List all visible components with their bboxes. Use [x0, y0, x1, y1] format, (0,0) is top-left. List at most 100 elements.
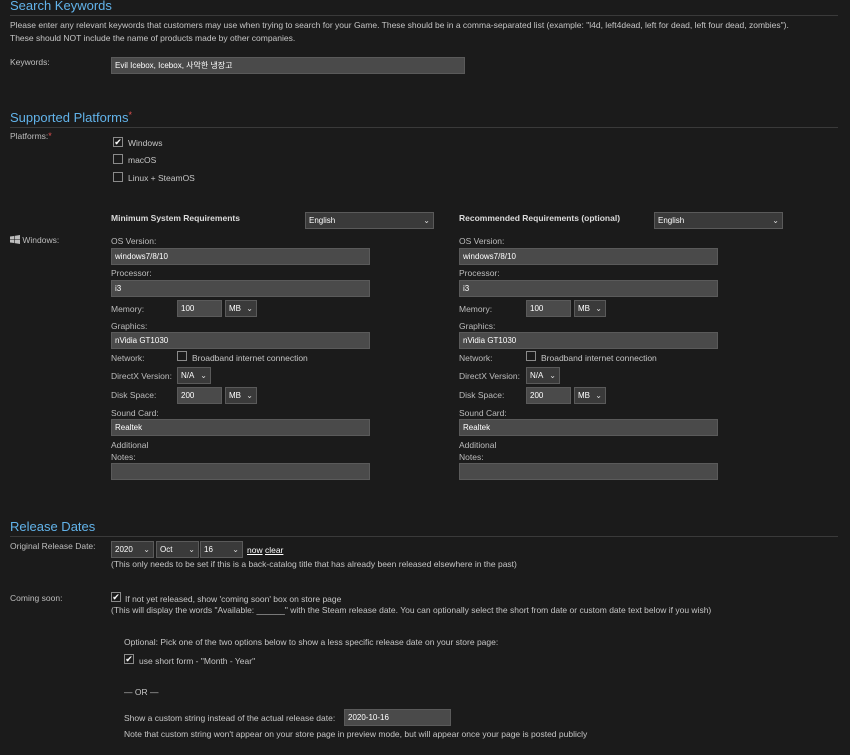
release-year-select[interactable]: 2020 ⌄	[111, 541, 154, 558]
rec-sound-input[interactable]: Realtek	[459, 419, 718, 436]
platforms-title-text: Supported Platforms	[10, 110, 129, 125]
platforms-label: Platforms:*	[10, 131, 52, 141]
min-network-label: Network:	[111, 353, 145, 363]
min-notes-label-2: Notes:	[111, 452, 136, 462]
keywords-description-line1: Please enter any relevant keywords that …	[10, 20, 789, 30]
release-day-select[interactable]: 16 ⌄	[200, 541, 243, 558]
release-month-select[interactable]: Oct ⌄	[156, 541, 199, 558]
min-sound-label: Sound Card:	[111, 408, 159, 418]
rec-processor-label: Processor:	[459, 268, 500, 278]
chevron-down-icon: ⌄	[246, 304, 253, 313]
chevron-down-icon: ⌄	[423, 216, 430, 225]
macos-checkbox[interactable]	[113, 154, 123, 164]
linux-checkbox[interactable]	[113, 172, 123, 182]
section-divider	[10, 536, 838, 537]
rec-directx-value: N/A	[530, 371, 544, 380]
rec-broadband-checkbox[interactable]	[526, 351, 536, 361]
keywords-input[interactable]: Evil Icebox, Icebox, 사악한 냉장고	[111, 57, 465, 74]
rec-notes-input[interactable]	[459, 463, 718, 480]
rec-broadband-label: Broadband internet connection	[541, 353, 657, 363]
coming-soon-option-label: If not yet released, show 'coming soon' …	[125, 594, 342, 604]
required-mark: *	[48, 131, 52, 141]
original-release-note: (This only needs to be set if this is a …	[111, 559, 517, 569]
rec-graphics-input[interactable]: nVidia GT1030	[459, 332, 718, 349]
rec-network-label: Network:	[459, 353, 493, 363]
min-graphics-label: Graphics:	[111, 321, 148, 331]
rec-disk-input[interactable]: 200	[526, 387, 571, 404]
min-disk-input[interactable]: 200	[177, 387, 222, 404]
rec-directx-label: DirectX Version:	[459, 371, 520, 381]
release-day-value: 16	[204, 545, 213, 554]
min-language-select[interactable]: English ⌄	[305, 212, 434, 229]
release-year-value: 2020	[115, 545, 133, 554]
chevron-down-icon: ⌄	[200, 371, 207, 380]
min-os-version-input[interactable]: windows7/8/10	[111, 248, 370, 265]
rec-sound-label: Sound Card:	[459, 408, 507, 418]
coming-soon-checkbox[interactable]: ✔	[111, 592, 121, 602]
min-disk-unit-select[interactable]: MB ⌄	[225, 387, 257, 404]
rec-language-select[interactable]: English ⌄	[654, 212, 783, 229]
section-divider	[10, 127, 838, 128]
custom-string-input[interactable]: 2020-10-16	[344, 709, 451, 726]
rec-disk-label: Disk Space:	[459, 390, 505, 400]
optional-text: Optional: Pick one of the two options be…	[124, 637, 499, 647]
rec-processor-input[interactable]: i3	[459, 280, 718, 297]
original-release-label: Original Release Date:	[10, 541, 96, 551]
rec-notes-label-2: Notes:	[459, 452, 484, 462]
chevron-down-icon: ⌄	[595, 304, 602, 313]
min-notes-input[interactable]	[111, 463, 370, 480]
min-processor-label: Processor:	[111, 268, 152, 278]
min-sound-input[interactable]: Realtek	[111, 419, 370, 436]
custom-string-label: Show a custom string instead of the actu…	[124, 713, 336, 723]
keywords-description-line2: These should NOT include the name of pro…	[10, 33, 296, 43]
min-disk-label: Disk Space:	[111, 390, 157, 400]
min-memory-unit-select[interactable]: MB ⌄	[225, 300, 257, 317]
min-graphics-input[interactable]: nVidia GT1030	[111, 332, 370, 349]
required-mark: *	[128, 110, 133, 120]
min-memory-unit-value: MB	[229, 304, 241, 313]
coming-soon-label: Coming soon:	[10, 593, 63, 603]
keywords-section-title: Search Keywords	[10, 0, 112, 13]
short-form-label: use short form - "Month - Year"	[139, 656, 256, 666]
now-link[interactable]: now	[247, 545, 263, 555]
windows-logo-icon	[10, 235, 20, 246]
rec-disk-unit-select[interactable]: MB ⌄	[574, 387, 606, 404]
rec-directx-select[interactable]: N/A ⌄	[526, 367, 560, 384]
min-directx-value: N/A	[181, 371, 195, 380]
or-divider-text: — OR —	[124, 687, 159, 697]
short-form-checkbox[interactable]: ✔	[124, 654, 134, 664]
min-memory-input[interactable]: 100	[177, 300, 222, 317]
min-broadband-label: Broadband internet connection	[192, 353, 308, 363]
chevron-down-icon: ⌄	[595, 391, 602, 400]
rec-memory-unit-select[interactable]: MB ⌄	[574, 300, 606, 317]
min-processor-input[interactable]: i3	[111, 280, 370, 297]
windows-checkbox[interactable]: ✔	[113, 137, 123, 147]
rec-memory-input[interactable]: 100	[526, 300, 571, 317]
min-directx-label: DirectX Version:	[111, 371, 172, 381]
chevron-down-icon: ⌄	[246, 391, 253, 400]
min-broadband-checkbox[interactable]	[177, 351, 187, 361]
date-links: now clear	[247, 545, 283, 555]
chevron-down-icon: ⌄	[549, 371, 556, 380]
release-month-value: Oct	[160, 545, 173, 554]
section-divider	[10, 15, 838, 16]
min-requirements-heading: Minimum System Requirements	[111, 213, 240, 223]
rec-notes-label-1: Additional	[459, 440, 497, 450]
min-memory-label: Memory:	[111, 304, 145, 314]
rec-os-version-input[interactable]: windows7/8/10	[459, 248, 718, 265]
rec-graphics-label: Graphics:	[459, 321, 496, 331]
platforms-section-title: Supported Platforms*	[10, 110, 132, 125]
linux-option-label: Linux + SteamOS	[128, 173, 195, 183]
coming-soon-note: (This will display the words "Available:…	[111, 605, 712, 615]
min-os-version-label: OS Version:	[111, 236, 157, 246]
rec-memory-label: Memory:	[459, 304, 493, 314]
rec-memory-unit-value: MB	[578, 304, 590, 313]
min-directx-select[interactable]: N/A ⌄	[177, 367, 211, 384]
windows-requirements-label: Windows:	[10, 235, 59, 246]
keywords-label: Keywords:	[10, 57, 50, 67]
chevron-down-icon: ⌄	[188, 545, 195, 554]
chevron-down-icon: ⌄	[232, 545, 239, 554]
clear-link[interactable]: clear	[265, 545, 283, 555]
rec-disk-unit-value: MB	[578, 391, 590, 400]
rec-language-value: English	[658, 216, 685, 225]
